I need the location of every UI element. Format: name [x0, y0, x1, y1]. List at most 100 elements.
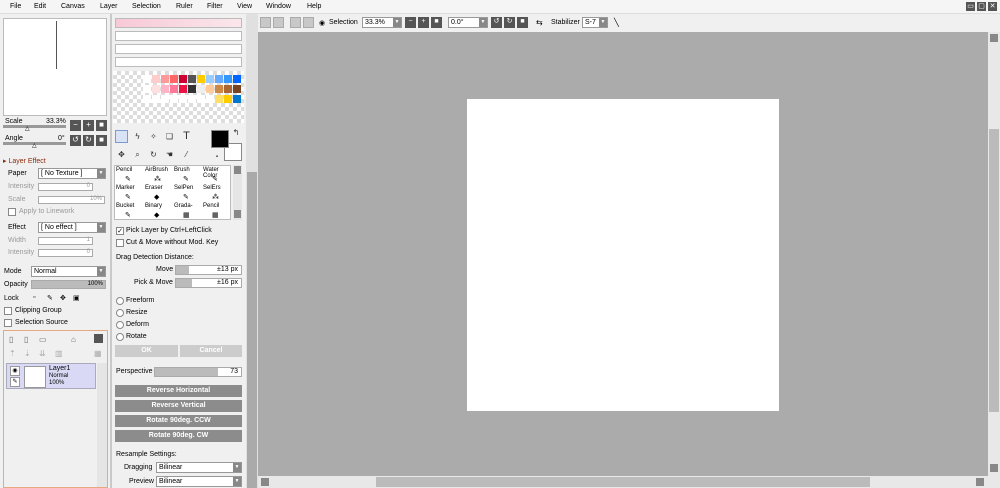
rotate-ccw-button[interactable]: ↺	[491, 17, 502, 28]
menu-file[interactable]: File	[10, 3, 21, 10]
color-swatch[interactable]	[161, 95, 169, 103]
layer-transfer-icon[interactable]: ⇣	[24, 349, 31, 358]
lock-paint-icon[interactable]: ✎	[47, 294, 53, 302]
menu-view[interactable]: View	[237, 3, 252, 10]
new-folder-icon[interactable]: ▭	[39, 335, 47, 344]
color-swatch[interactable]	[179, 75, 187, 83]
zoom-out-button[interactable]: −	[405, 17, 416, 28]
layer-menu-icon[interactable]	[94, 334, 103, 343]
preview-select[interactable]: Bilinear ▼	[156, 476, 242, 487]
resize-radio[interactable]	[116, 309, 124, 317]
rect-select-tool[interactable]	[115, 130, 128, 143]
dragging-select[interactable]: Bilinear ▼	[156, 462, 242, 473]
color-swatch[interactable]	[143, 85, 151, 93]
color-swatch[interactable]	[179, 95, 187, 103]
magic-wand-icon[interactable]: ✧	[147, 130, 160, 143]
color-swatch[interactable]	[143, 95, 151, 103]
color-swatch[interactable]	[188, 85, 196, 93]
opacity-slider[interactable]: 100%	[31, 280, 106, 289]
color-swatch[interactable]	[197, 95, 205, 103]
navigator-preview[interactable]	[3, 18, 107, 116]
lasso-tool-icon[interactable]: ϟ	[131, 130, 144, 143]
reverse-vertical-button[interactable]: Reverse Vertical	[115, 400, 242, 412]
angle-reset-button[interactable]: ■	[96, 135, 107, 146]
tools-scroll-thumb[interactable]	[247, 172, 257, 488]
lock-all-icon[interactable]: ▣	[73, 294, 80, 302]
close-button[interactable]: ✕	[988, 2, 997, 11]
angle-slider-handle[interactable]: △	[32, 142, 37, 149]
scroll-left-icon[interactable]	[261, 478, 269, 486]
rotate-tool-icon[interactable]: ↻	[147, 148, 160, 161]
stabilizer-select[interactable]: S-7 ▼	[582, 17, 608, 28]
brush-cell[interactable]: Marker ✎	[115, 184, 144, 202]
scale-plus-button[interactable]: +	[83, 120, 94, 131]
selection-toggle-label[interactable]: Selection	[329, 19, 358, 26]
extra-slider[interactable]	[115, 57, 242, 67]
color-swatch[interactable]	[188, 95, 196, 103]
color-swatch[interactable]	[152, 75, 160, 83]
new-layer-icon[interactable]: ▯	[9, 335, 13, 344]
color-swatch[interactable]	[170, 85, 178, 93]
effect-intensity-slider[interactable]: 0	[38, 249, 93, 257]
menu-ruler[interactable]: Ruler	[176, 3, 193, 10]
line-icon[interactable]: ╲	[614, 18, 619, 27]
layer-up-icon[interactable]: ⇡	[9, 349, 16, 358]
menu-window[interactable]: Window	[266, 3, 291, 10]
zoom-in-button[interactable]: +	[418, 17, 429, 28]
eyedropper-icon[interactable]: ⁄	[180, 148, 193, 161]
brush-cell[interactable]: Bucket ✎	[115, 202, 144, 220]
paper-intensity-slider[interactable]: 0	[38, 183, 93, 191]
menu-layer[interactable]: Layer	[100, 3, 118, 10]
color-swatch[interactable]	[215, 85, 223, 93]
saturation-slider[interactable]	[115, 31, 242, 41]
selection-source-checkbox[interactable]	[4, 319, 12, 327]
cancel-button[interactable]: Cancel	[180, 345, 242, 357]
perspective-slider[interactable]: 73	[154, 367, 242, 377]
scroll-up-icon[interactable]	[990, 34, 998, 42]
effect-select[interactable]: [ No effect ] ▼	[38, 222, 106, 233]
value-slider[interactable]	[115, 44, 242, 54]
apply-linework-checkbox[interactable]	[8, 208, 16, 216]
color-swatch[interactable]	[179, 85, 187, 93]
tools-scrollbar[interactable]	[246, 14, 258, 488]
color-swatch[interactable]	[152, 95, 160, 103]
flip-icon[interactable]: ⇆	[536, 18, 543, 27]
rotate-cw-90-button[interactable]: Rotate 90deg. CW	[115, 430, 242, 442]
menu-edit[interactable]: Edit	[34, 3, 46, 10]
toolbar-button-2[interactable]	[273, 17, 284, 28]
zoom-tool-icon[interactable]: ⌕	[131, 148, 144, 161]
restore-button[interactable]: ▢	[977, 2, 986, 11]
brush-cell[interactable]: SelErs ⁂	[202, 184, 231, 202]
scroll-down-icon[interactable]	[990, 464, 998, 472]
layer-filter-icon[interactable]: ⌂	[71, 335, 76, 344]
move-tool-icon[interactable]: ✥	[115, 148, 128, 161]
blend-mode-select[interactable]: Normal ▼	[31, 266, 106, 277]
pencil-icon[interactable]: ✎	[10, 377, 20, 387]
canvas-paper[interactable]	[467, 99, 779, 411]
scroll-up-icon[interactable]	[234, 166, 241, 174]
brush-cell[interactable]: Grada- ▦	[173, 202, 202, 220]
scale-slider-handle[interactable]: △	[25, 125, 30, 132]
brush-cell[interactable]: SelPen ✎	[173, 184, 202, 202]
layer-select-icon[interactable]: ❏	[163, 130, 176, 143]
pick-move-slider[interactable]: ±16 px	[175, 278, 242, 288]
menu-help[interactable]: Help	[307, 3, 321, 10]
brush-grid-scrollbar[interactable]	[233, 165, 242, 220]
lock-transparency-icon[interactable]: ▫	[33, 294, 35, 301]
menu-filter[interactable]: Filter	[207, 3, 223, 10]
color-swatch[interactable]	[233, 95, 241, 103]
angle-ccw-button[interactable]: ↺	[70, 135, 81, 146]
angle-select[interactable]: 0.0° ▼	[448, 17, 488, 28]
color-swatch[interactable]	[206, 85, 214, 93]
rotate-ccw-90-button[interactable]: Rotate 90deg. CCW	[115, 415, 242, 427]
new-vector-layer-icon[interactable]: ▯	[24, 335, 28, 344]
pick-layer-checkbox[interactable]: ✓	[116, 227, 124, 235]
scale-minus-button[interactable]: −	[70, 120, 81, 131]
clipping-group-checkbox[interactable]	[4, 307, 12, 315]
scale-reset-button[interactable]: ■	[96, 120, 107, 131]
move-distance-slider[interactable]: ±13 px	[175, 265, 242, 275]
rotate-radio[interactable]	[116, 333, 124, 341]
text-tool-icon[interactable]: T	[180, 130, 193, 143]
paper-select[interactable]: [ No Texture ] ▼	[38, 168, 106, 179]
layer-options-icon[interactable]: ▦	[94, 349, 102, 358]
